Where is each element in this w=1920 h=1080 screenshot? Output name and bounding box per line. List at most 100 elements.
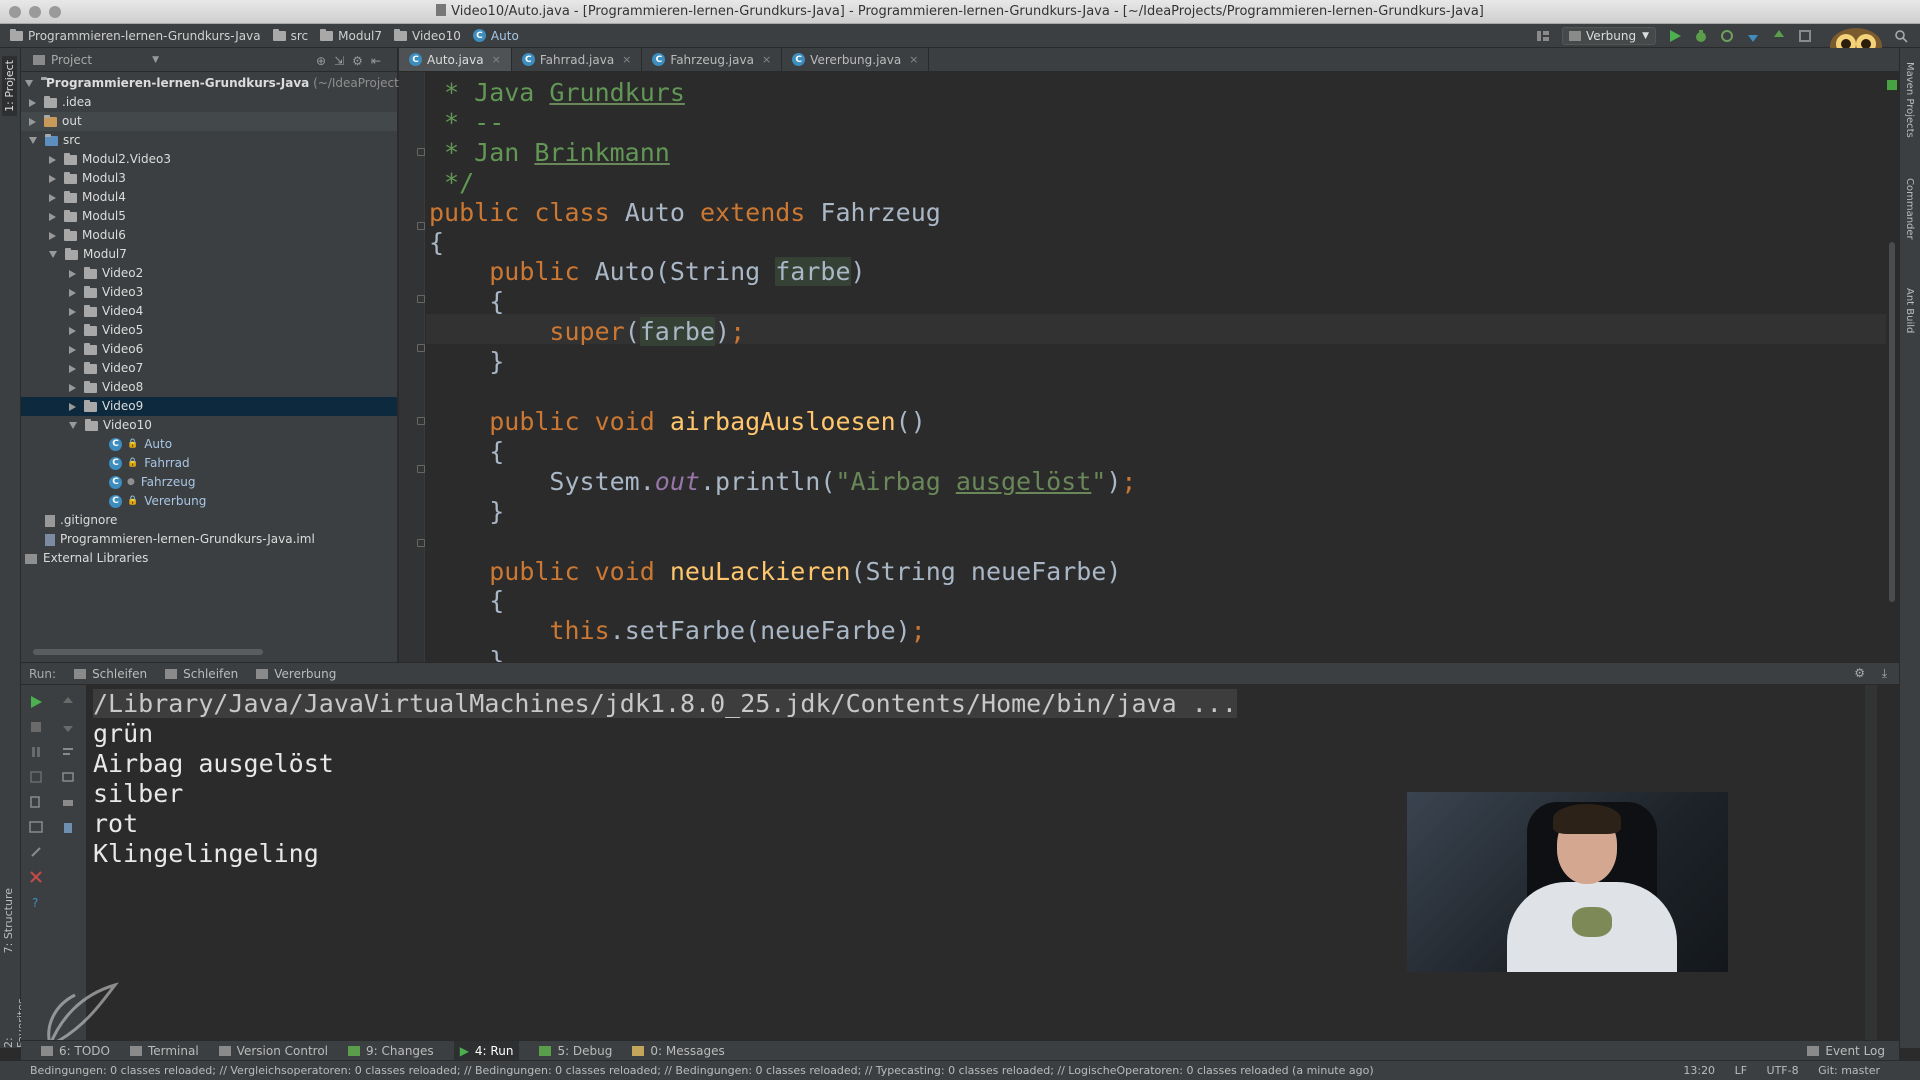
collapsed-arrow-icon[interactable] xyxy=(69,288,76,297)
caret-position[interactable]: 13:20 xyxy=(1683,1064,1715,1077)
expanded-arrow-icon[interactable] xyxy=(69,422,77,429)
collapsed-arrow-icon[interactable] xyxy=(49,212,56,221)
messages-tool-button[interactable]: 0: Messages xyxy=(632,1044,725,1058)
arrow-up-icon[interactable] xyxy=(61,695,75,709)
project-structure-icon[interactable] xyxy=(1536,29,1550,43)
tree-item-video4[interactable]: Video4 xyxy=(21,302,397,321)
tab-auto-java[interactable]: C Auto.java × xyxy=(399,48,512,71)
tab-fahrrad-java[interactable]: C Fahrrad.java × xyxy=(512,48,643,71)
line-separator[interactable]: LF xyxy=(1735,1064,1747,1077)
sdk-settings-icon[interactable] xyxy=(1798,29,1812,43)
hide-panel-icon[interactable]: ⇤ xyxy=(371,54,389,68)
chevron-down-icon[interactable]: ▼ xyxy=(152,55,159,65)
expanded-arrow-icon[interactable] xyxy=(25,80,33,87)
soft-wrap-icon[interactable] xyxy=(61,745,75,759)
minimize-window-button[interactable] xyxy=(29,6,41,18)
event-log-button[interactable]: Event Log xyxy=(1807,1044,1885,1058)
tree-item-idea[interactable]: .idea xyxy=(21,93,397,112)
collapsed-arrow-icon[interactable] xyxy=(69,307,76,316)
collapsed-arrow-icon[interactable] xyxy=(69,364,76,373)
fold-marker[interactable] xyxy=(417,417,425,425)
help-icon[interactable]: ? xyxy=(29,895,43,909)
gear-icon[interactable]: ⚙ xyxy=(1854,666,1865,680)
run-tab-schleifen-2[interactable]: Schleifen xyxy=(165,667,238,681)
scroll-from-source-icon[interactable]: ⊕ xyxy=(316,54,334,68)
tree-item-modul2-video3[interactable]: Modul2.Video3 xyxy=(21,150,397,169)
arrow-down-icon[interactable] xyxy=(61,720,75,734)
ant-build-tool-tab[interactable]: Ant Build xyxy=(1904,288,1915,333)
console-vertical-scrollbar[interactable] xyxy=(1865,685,1877,1040)
tree-item-iml[interactable]: Programmieren-lernen-Grundkurs-Java.iml xyxy=(21,530,397,549)
close-tab-icon[interactable]: × xyxy=(909,53,918,66)
scroll-to-end-icon[interactable] xyxy=(61,770,75,784)
maven-projects-tool-tab[interactable]: Maven Projects xyxy=(1904,62,1915,138)
dump-threads-icon[interactable] xyxy=(29,770,43,784)
breadcrumb-video10[interactable]: Video10 xyxy=(394,28,461,43)
run-tab-vererbung[interactable]: Vererbung xyxy=(256,667,336,681)
tree-item-modul5[interactable]: Modul5 xyxy=(21,207,397,226)
collapsed-arrow-icon[interactable] xyxy=(69,269,76,278)
changes-tool-button[interactable]: 9: Changes xyxy=(348,1044,434,1058)
zoom-window-button[interactable] xyxy=(49,6,61,18)
run-configuration-select[interactable]: Verbung ▼ xyxy=(1562,27,1656,45)
version-control-tool-button[interactable]: Version Control xyxy=(218,1044,328,1058)
rerun-icon[interactable] xyxy=(29,695,43,709)
collapsed-arrow-icon[interactable] xyxy=(69,345,76,354)
collapsed-arrow-icon[interactable] xyxy=(29,117,36,126)
debug-icon[interactable] xyxy=(1694,29,1708,43)
commander-tool-tab[interactable]: Commander xyxy=(1904,178,1915,240)
breadcrumb-modul7[interactable]: Modul7 xyxy=(320,28,382,43)
pause-icon[interactable] xyxy=(29,745,43,759)
exit-icon[interactable] xyxy=(29,795,43,809)
tree-item-modul4[interactable]: Modul4 xyxy=(21,188,397,207)
fold-marker[interactable] xyxy=(417,465,425,473)
tree-item-fahrrad[interactable]: C 🔒 Fahrrad xyxy=(21,454,397,473)
project-tool-tab[interactable]: 1: Project xyxy=(2,56,17,116)
collapsed-arrow-icon[interactable] xyxy=(69,383,76,392)
editor-vertical-scrollbar[interactable] xyxy=(1889,242,1895,602)
file-encoding[interactable]: UTF-8 xyxy=(1767,1064,1799,1077)
fold-marker[interactable] xyxy=(417,344,425,352)
tree-item-video3[interactable]: Video3 xyxy=(21,283,397,302)
debug-tool-button[interactable]: 5: Debug xyxy=(539,1044,612,1058)
tree-item-video9[interactable]: Video9 xyxy=(21,397,397,416)
tree-item-video2[interactable]: Video2 xyxy=(21,264,397,283)
tab-fahrzeug-java[interactable]: C Fahrzeug.java × xyxy=(642,48,783,71)
tree-item-auto[interactable]: C 🔒 Auto xyxy=(21,435,397,454)
tree-item-video8[interactable]: Video8 xyxy=(21,378,397,397)
status-message[interactable]: Bedingungen: 0 classes reloaded; // Verg… xyxy=(30,1064,1374,1077)
gear-icon[interactable]: ⚙ xyxy=(352,54,371,68)
collapsed-arrow-icon[interactable] xyxy=(49,193,56,202)
tree-item-video7[interactable]: Video7 xyxy=(21,359,397,378)
close-tab-icon[interactable]: × xyxy=(762,53,771,66)
collapsed-arrow-icon[interactable] xyxy=(69,402,76,411)
collapsed-arrow-icon[interactable] xyxy=(49,155,56,164)
code-editor[interactable]: * Java Grundkurs * -- * Jan Brinkmann */… xyxy=(399,72,1899,662)
no-problems-indicator[interactable] xyxy=(1887,80,1897,90)
editor-gutter[interactable] xyxy=(399,72,425,662)
tree-item-modul7[interactable]: Modul7 xyxy=(21,245,397,264)
collapse-all-icon[interactable]: ⇲ xyxy=(334,54,352,68)
collapsed-arrow-icon[interactable] xyxy=(69,326,76,335)
close-tab-icon[interactable]: × xyxy=(492,53,501,66)
hide-panel-icon[interactable]: ⤓ xyxy=(1882,666,1887,681)
expanded-arrow-icon[interactable] xyxy=(29,137,37,144)
project-horizontal-scrollbar[interactable] xyxy=(33,649,263,655)
project-view-select[interactable]: Project xyxy=(51,53,92,67)
tree-item-video6[interactable]: Video6 xyxy=(21,340,397,359)
tree-item-vererbung[interactable]: C 🔒 Vererbung xyxy=(21,492,397,511)
tree-item-fahrzeug[interactable]: C ● Fahrzeug xyxy=(21,473,397,492)
close-tab-icon[interactable]: × xyxy=(622,53,631,66)
tree-item-video5[interactable]: Video5 xyxy=(21,321,397,340)
tree-item-modul3[interactable]: Modul3 xyxy=(21,169,397,188)
terminal-tool-button[interactable]: Terminal xyxy=(129,1044,199,1058)
breadcrumb-src[interactable]: src xyxy=(272,28,308,43)
close-run-icon[interactable] xyxy=(29,870,43,884)
collapsed-arrow-icon[interactable] xyxy=(49,174,56,183)
layout-icon[interactable] xyxy=(29,820,43,834)
collapsed-arrow-icon[interactable] xyxy=(49,231,56,240)
fold-marker[interactable] xyxy=(417,222,425,230)
run-icon[interactable] xyxy=(1668,29,1682,43)
collapsed-arrow-icon[interactable] xyxy=(29,98,36,107)
fold-marker[interactable] xyxy=(417,295,425,303)
